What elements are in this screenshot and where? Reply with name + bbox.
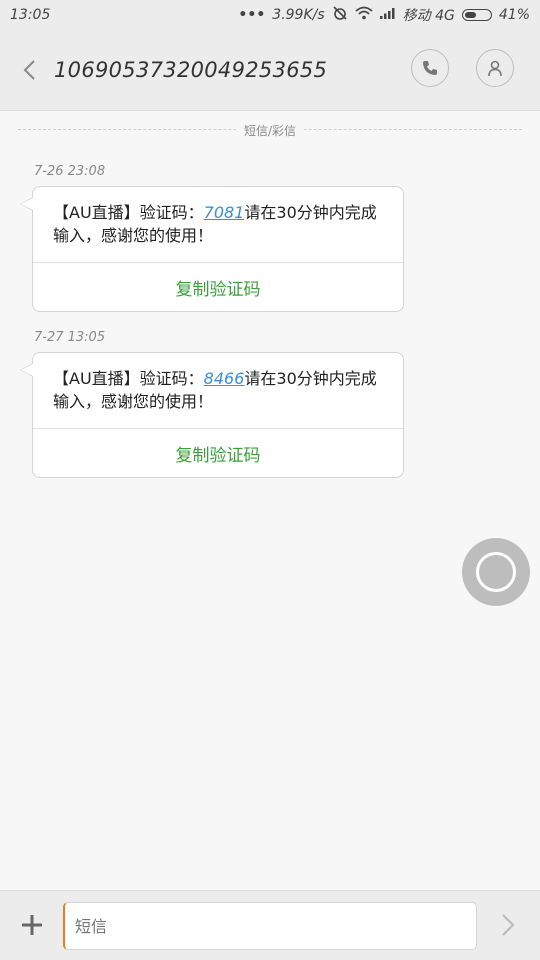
composer-bar	[0, 890, 540, 960]
bubble-tail	[20, 197, 33, 211]
copy-code-button[interactable]: 复制验证码	[33, 262, 403, 311]
divider-label: 短信/彩信	[235, 121, 305, 139]
message-timestamp: 7-27 13:05	[34, 330, 106, 345]
status-time: 13:05	[10, 7, 51, 23]
wifi-icon	[355, 6, 373, 24]
sms-input[interactable]	[63, 902, 477, 950]
message-text: 【AU直播】验证码：8466请在30分钟内完成输入，感谢您的使用！	[53, 369, 377, 411]
status-bar: 13:05 ••• 3.99K/s 移动 4G 41%	[0, 0, 540, 30]
bubble-tail	[20, 363, 33, 377]
message-type-divider: 短信/彩信	[18, 120, 522, 140]
battery-icon	[461, 9, 492, 21]
add-attachment-icon[interactable]	[20, 913, 44, 937]
send-chevron-icon[interactable]	[498, 912, 518, 942]
verification-code-link[interactable]: 8466	[204, 369, 245, 388]
battery-percent: 41%	[498, 7, 530, 23]
copy-code-button[interactable]: 复制验证码	[33, 428, 403, 477]
phone-icon	[423, 61, 437, 75]
message-timestamp: 7-26 23:08	[34, 164, 106, 179]
signal-icon	[379, 7, 396, 23]
person-icon	[488, 60, 502, 77]
message-bubble: 【AU直播】验证码：8466请在30分钟内完成输入，感谢您的使用！ 复制验证码	[20, 352, 404, 478]
ring-icon	[476, 552, 516, 592]
message-text: 【AU直播】验证码：7081请在30分钟内完成输入，感谢您的使用！	[53, 203, 377, 245]
more-dots-icon: •••	[238, 7, 266, 23]
floating-assist-ball[interactable]	[462, 538, 530, 606]
back-arrow-icon[interactable]	[20, 58, 40, 82]
conversation-title: 10690537320049253655	[54, 58, 328, 82]
network-speed: 3.99K/s	[272, 7, 325, 23]
message-bubble: 【AU直播】验证码：7081请在30分钟内完成输入，感谢您的使用！ 复制验证码	[20, 186, 404, 312]
verification-code-link[interactable]: 7081	[204, 203, 245, 222]
call-button[interactable]	[411, 49, 449, 87]
alarm-off-icon	[332, 5, 348, 25]
contact-button[interactable]	[476, 49, 514, 87]
status-indicators: ••• 3.99K/s 移动 4G 41%	[238, 5, 530, 25]
carrier-label: 移动 4G	[402, 8, 455, 24]
conversation-header: 10690537320049253655	[0, 30, 540, 111]
